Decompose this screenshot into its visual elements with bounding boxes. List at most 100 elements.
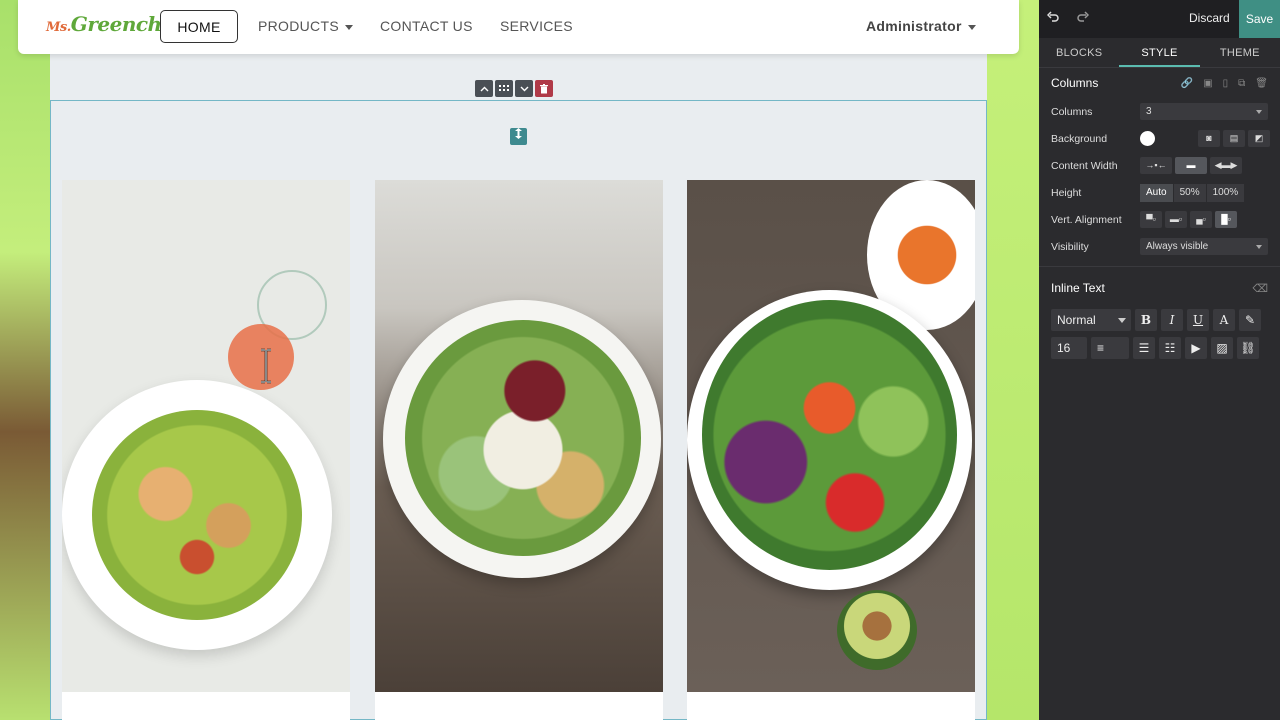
content-width-option-label: Content Width [1051, 159, 1118, 172]
underline-button[interactable]: U [1187, 309, 1209, 331]
text-format-row: Normal B I U A ✎ [1039, 309, 1280, 331]
trash-icon[interactable]: 🗑 [1255, 78, 1268, 89]
column-image-caesar-salad[interactable] [62, 180, 350, 692]
undo-icon [1046, 11, 1059, 22]
nav-products[interactable]: PRODUCTS [258, 10, 353, 43]
site-navbar: Ms.Greench HOME PRODUCTS CONTACT US SERV… [18, 0, 1019, 54]
left-background-image [0, 0, 50, 720]
paragraph-format-value: Normal [1057, 313, 1096, 327]
brush-icon: ✎ [1244, 313, 1256, 327]
link-icon: ⛓ [1240, 341, 1256, 355]
tab-theme[interactable]: THEME [1200, 38, 1280, 67]
height-50[interactable]: 50% [1173, 183, 1207, 202]
text-cursor-icon [261, 348, 271, 384]
image-button[interactable]: ▨ [1211, 337, 1233, 359]
align-stretch-icon[interactable]: █▫ [1215, 211, 1237, 228]
visibility-select[interactable]: Always visible [1140, 238, 1268, 255]
nav-products-label: PRODUCTS [258, 18, 339, 34]
nav-services[interactable]: SERVICES [500, 10, 573, 43]
padding-resize-handle[interactable] [510, 128, 527, 145]
mobile-icon[interactable]: ▯ [1223, 78, 1229, 89]
height-option-row: Height Auto 50% 100% [1039, 179, 1280, 206]
inline-text-section-header: Inline Text ⌫ [1039, 273, 1280, 303]
bold-button[interactable]: B [1135, 309, 1157, 331]
column-1-footer [62, 692, 350, 720]
paragraph-format-select[interactable]: Normal [1051, 309, 1131, 331]
background-option-label: Background [1051, 132, 1108, 145]
columns-option-row: Columns 3 [1039, 98, 1280, 125]
link-button[interactable]: ⛓ [1237, 337, 1259, 359]
visibility-option-row: Visibility Always visible [1039, 233, 1280, 260]
play-icon: ▶ [1191, 341, 1201, 355]
redo-icon [1077, 11, 1090, 22]
logo-prefix: Ms. [46, 20, 71, 35]
film-icon[interactable]: ▤ [1223, 130, 1245, 147]
columns-option-label: Columns [1051, 105, 1093, 118]
video-button[interactable]: ▶ [1185, 337, 1207, 359]
column-3-footer [687, 692, 975, 720]
inline-text-section-title: Inline Text [1051, 281, 1105, 295]
undo-button[interactable] [1045, 10, 1061, 26]
site-logo[interactable]: Ms.Greench [46, 12, 162, 36]
eraser-icon[interactable]: ⌫ [1252, 282, 1268, 295]
content-width-options: →▪← ▬ ◀▬▶ [1140, 157, 1242, 174]
numbered-list-button[interactable]: ☷ [1159, 337, 1181, 359]
tab-blocks[interactable]: BLOCKS [1039, 38, 1119, 67]
trash-icon [540, 83, 548, 93]
salad [405, 320, 641, 556]
width-full-icon[interactable]: ◀▬▶ [1210, 157, 1242, 174]
bullet-list-button[interactable]: ☰ [1133, 337, 1155, 359]
move-up-button[interactable] [475, 80, 493, 97]
chevron-down-icon [344, 24, 353, 30]
columns-select[interactable]: 3 [1140, 103, 1268, 120]
nav-admin-label: Administrator [866, 18, 962, 34]
list-bullet-icon: ☰ [1138, 341, 1150, 355]
background-option-row: Background ◙ ▤ ◩ [1039, 125, 1280, 152]
width-narrow-icon[interactable]: →▪← [1140, 157, 1172, 174]
salad [92, 410, 302, 620]
column-image-veggie-salad[interactable] [687, 180, 975, 692]
block-toolbar [475, 80, 553, 97]
drag-handle-button[interactable] [495, 80, 513, 97]
salad [702, 300, 957, 570]
nav-contact-us[interactable]: CONTACT US [380, 10, 473, 43]
editor-topbar: Discard Save [1039, 0, 1280, 38]
height-auto[interactable]: Auto [1140, 183, 1174, 202]
align-top-icon[interactable]: ▀▫ [1140, 211, 1162, 228]
save-block-icon[interactable]: ▣ [1203, 78, 1212, 89]
font-size-value: 16 [1057, 341, 1071, 355]
chevron-down-icon [1118, 318, 1126, 323]
chevron-up-icon [480, 86, 488, 91]
discard-button[interactable]: Discard [1189, 11, 1230, 25]
nav-home[interactable]: HOME [160, 10, 238, 43]
gradient-icon[interactable]: ◩ [1248, 130, 1270, 147]
height-100[interactable]: 100% [1206, 183, 1246, 202]
delete-block-button[interactable] [535, 80, 553, 97]
vert-alignment-option-row: Vert. Alignment ▀▫ ▬▫ ▄▫ █▫ [1039, 206, 1280, 233]
align-bottom-icon[interactable]: ▄▫ [1190, 211, 1212, 228]
background-color-swatch[interactable] [1140, 131, 1155, 146]
tab-style[interactable]: STYLE [1119, 38, 1200, 67]
duplicate-icon[interactable]: ⧉ [1238, 78, 1245, 89]
right-background-image [987, 0, 1039, 720]
font-size-select[interactable]: 16 [1051, 337, 1087, 359]
highlight-button[interactable]: ✎ [1239, 309, 1261, 331]
text-align-select[interactable]: ≡ [1091, 337, 1129, 359]
height-option-label: Height [1051, 186, 1082, 199]
image-icon: ▨ [1216, 341, 1228, 355]
redo-button[interactable] [1075, 10, 1091, 26]
nav-administrator[interactable]: Administrator [866, 10, 976, 43]
width-normal-icon[interactable]: ▬ [1175, 157, 1207, 174]
align-middle-icon[interactable]: ▬▫ [1165, 211, 1187, 228]
section-tools: 🔗 ▣ ▯ ⧉ 🗑 [1181, 78, 1268, 89]
columns-section-header: Columns 🔗 ▣ ▯ ⧉ 🗑 [1039, 68, 1280, 98]
resize-vertical-icon [515, 128, 522, 139]
font-color-button[interactable]: A [1213, 309, 1235, 331]
save-button[interactable]: Save [1239, 0, 1280, 38]
link-icon[interactable]: 🔗 [1181, 78, 1193, 89]
editor-tabs: BLOCKS STYLE THEME [1039, 38, 1280, 68]
move-down-button[interactable] [515, 80, 533, 97]
column-image-feta-salad[interactable] [375, 180, 663, 692]
italic-button[interactable]: I [1161, 309, 1183, 331]
camera-icon[interactable]: ◙ [1198, 130, 1220, 147]
